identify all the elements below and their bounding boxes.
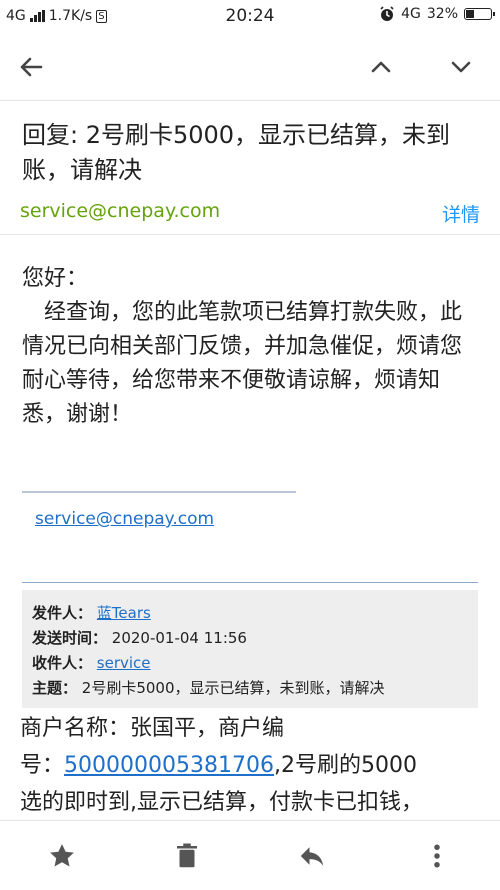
star-button[interactable] [47, 841, 77, 871]
more-vertical-icon [434, 844, 440, 868]
quoted-subject-value: 2号刷卡5000，显示已结算，未到账，请解决 [81, 679, 385, 697]
chevron-up-icon [371, 61, 391, 73]
quoted-from-row: 发件人： 蓝Tears [32, 602, 151, 623]
back-button[interactable] [16, 52, 46, 82]
status-bar: 4G 1.7K/s S 20:24 4G 32% [0, 0, 500, 34]
message-body: 您好： 经查询，您的此笔款项已结算打款失败，此情况已向相关部门反馈，并加急催促，… [22, 262, 480, 432]
signature-divider [22, 491, 296, 493]
merchant-number-link[interactable]: 500000005381706 [64, 753, 274, 778]
original-line-2-prefix: 号： [20, 753, 65, 778]
next-button[interactable] [446, 52, 476, 82]
greeting: 您好： [22, 266, 89, 291]
quoted-to-label: 收件人： [32, 654, 93, 672]
quoted-to-link[interactable]: service [97, 654, 151, 672]
reply-button[interactable] [297, 841, 327, 871]
quoted-sent-value: 2020-01-04 11:56 [111, 629, 247, 647]
quoted-from-link[interactable]: 蓝Tears [97, 604, 151, 622]
original-message: 商户名称：张国平，商户编 号：500000005381706,2号刷的5000 … [20, 710, 490, 821]
details-link[interactable]: 详情 [442, 200, 480, 227]
quoted-subject-row: 主题： 2号刷卡5000，显示已结算，未到账，请解决 [32, 677, 385, 698]
toolbar [0, 34, 500, 101]
original-line-2: 号：500000005381706,2号刷的5000 [20, 747, 490, 784]
original-line-1: 商户名称：张国平，商户编 [20, 716, 285, 741]
battery-icon [464, 8, 495, 20]
network-type-right: 4G [401, 6, 421, 22]
quoted-from-label: 发件人： [32, 604, 93, 622]
status-right: 4G 32% [379, 6, 495, 22]
battery-percent: 32% [426, 6, 458, 22]
quoted-to-row: 收件人： service [32, 652, 151, 673]
more-button[interactable] [422, 841, 452, 871]
alarm-icon [380, 6, 394, 21]
quoted-sent-row: 发送时间： 2020-01-04 11:56 [32, 627, 247, 648]
bottom-action-bar [0, 820, 500, 890]
trash-icon [177, 843, 197, 868]
signature-email-link[interactable]: service@cnepay.com [35, 509, 214, 529]
star-icon [50, 844, 74, 867]
chevron-down-icon [451, 61, 471, 73]
battery-fill [466, 10, 475, 18]
quote-divider [22, 582, 478, 583]
reply-icon [300, 847, 324, 866]
message-subject: 回复: 2号刷卡5000，显示已结算，未到账，请解决 [22, 121, 451, 184]
previous-button[interactable] [366, 52, 396, 82]
quoted-header: 发件人： 蓝Tears 发送时间： 2020-01-04 11:56 收件人： … [22, 590, 478, 708]
delete-button[interactable] [172, 841, 202, 871]
body-paragraph: 经查询，您的此笔款项已结算打款失败，此情况已向相关部门反馈，并加急催促，烦请您耐… [22, 300, 463, 427]
sender-row: service@cnepay.com 详情 [0, 196, 500, 235]
quoted-sent-label: 发送时间： [32, 629, 108, 647]
original-line-2-suffix: ,2号刷的5000 [273, 753, 417, 778]
sender-email[interactable]: service@cnepay.com [20, 200, 220, 222]
arrow-left-icon [20, 57, 43, 77]
quoted-subject-label: 主题： [32, 679, 78, 697]
original-line-3: 选的即时到,显示已结算，付款卡已扣钱， [20, 790, 423, 815]
